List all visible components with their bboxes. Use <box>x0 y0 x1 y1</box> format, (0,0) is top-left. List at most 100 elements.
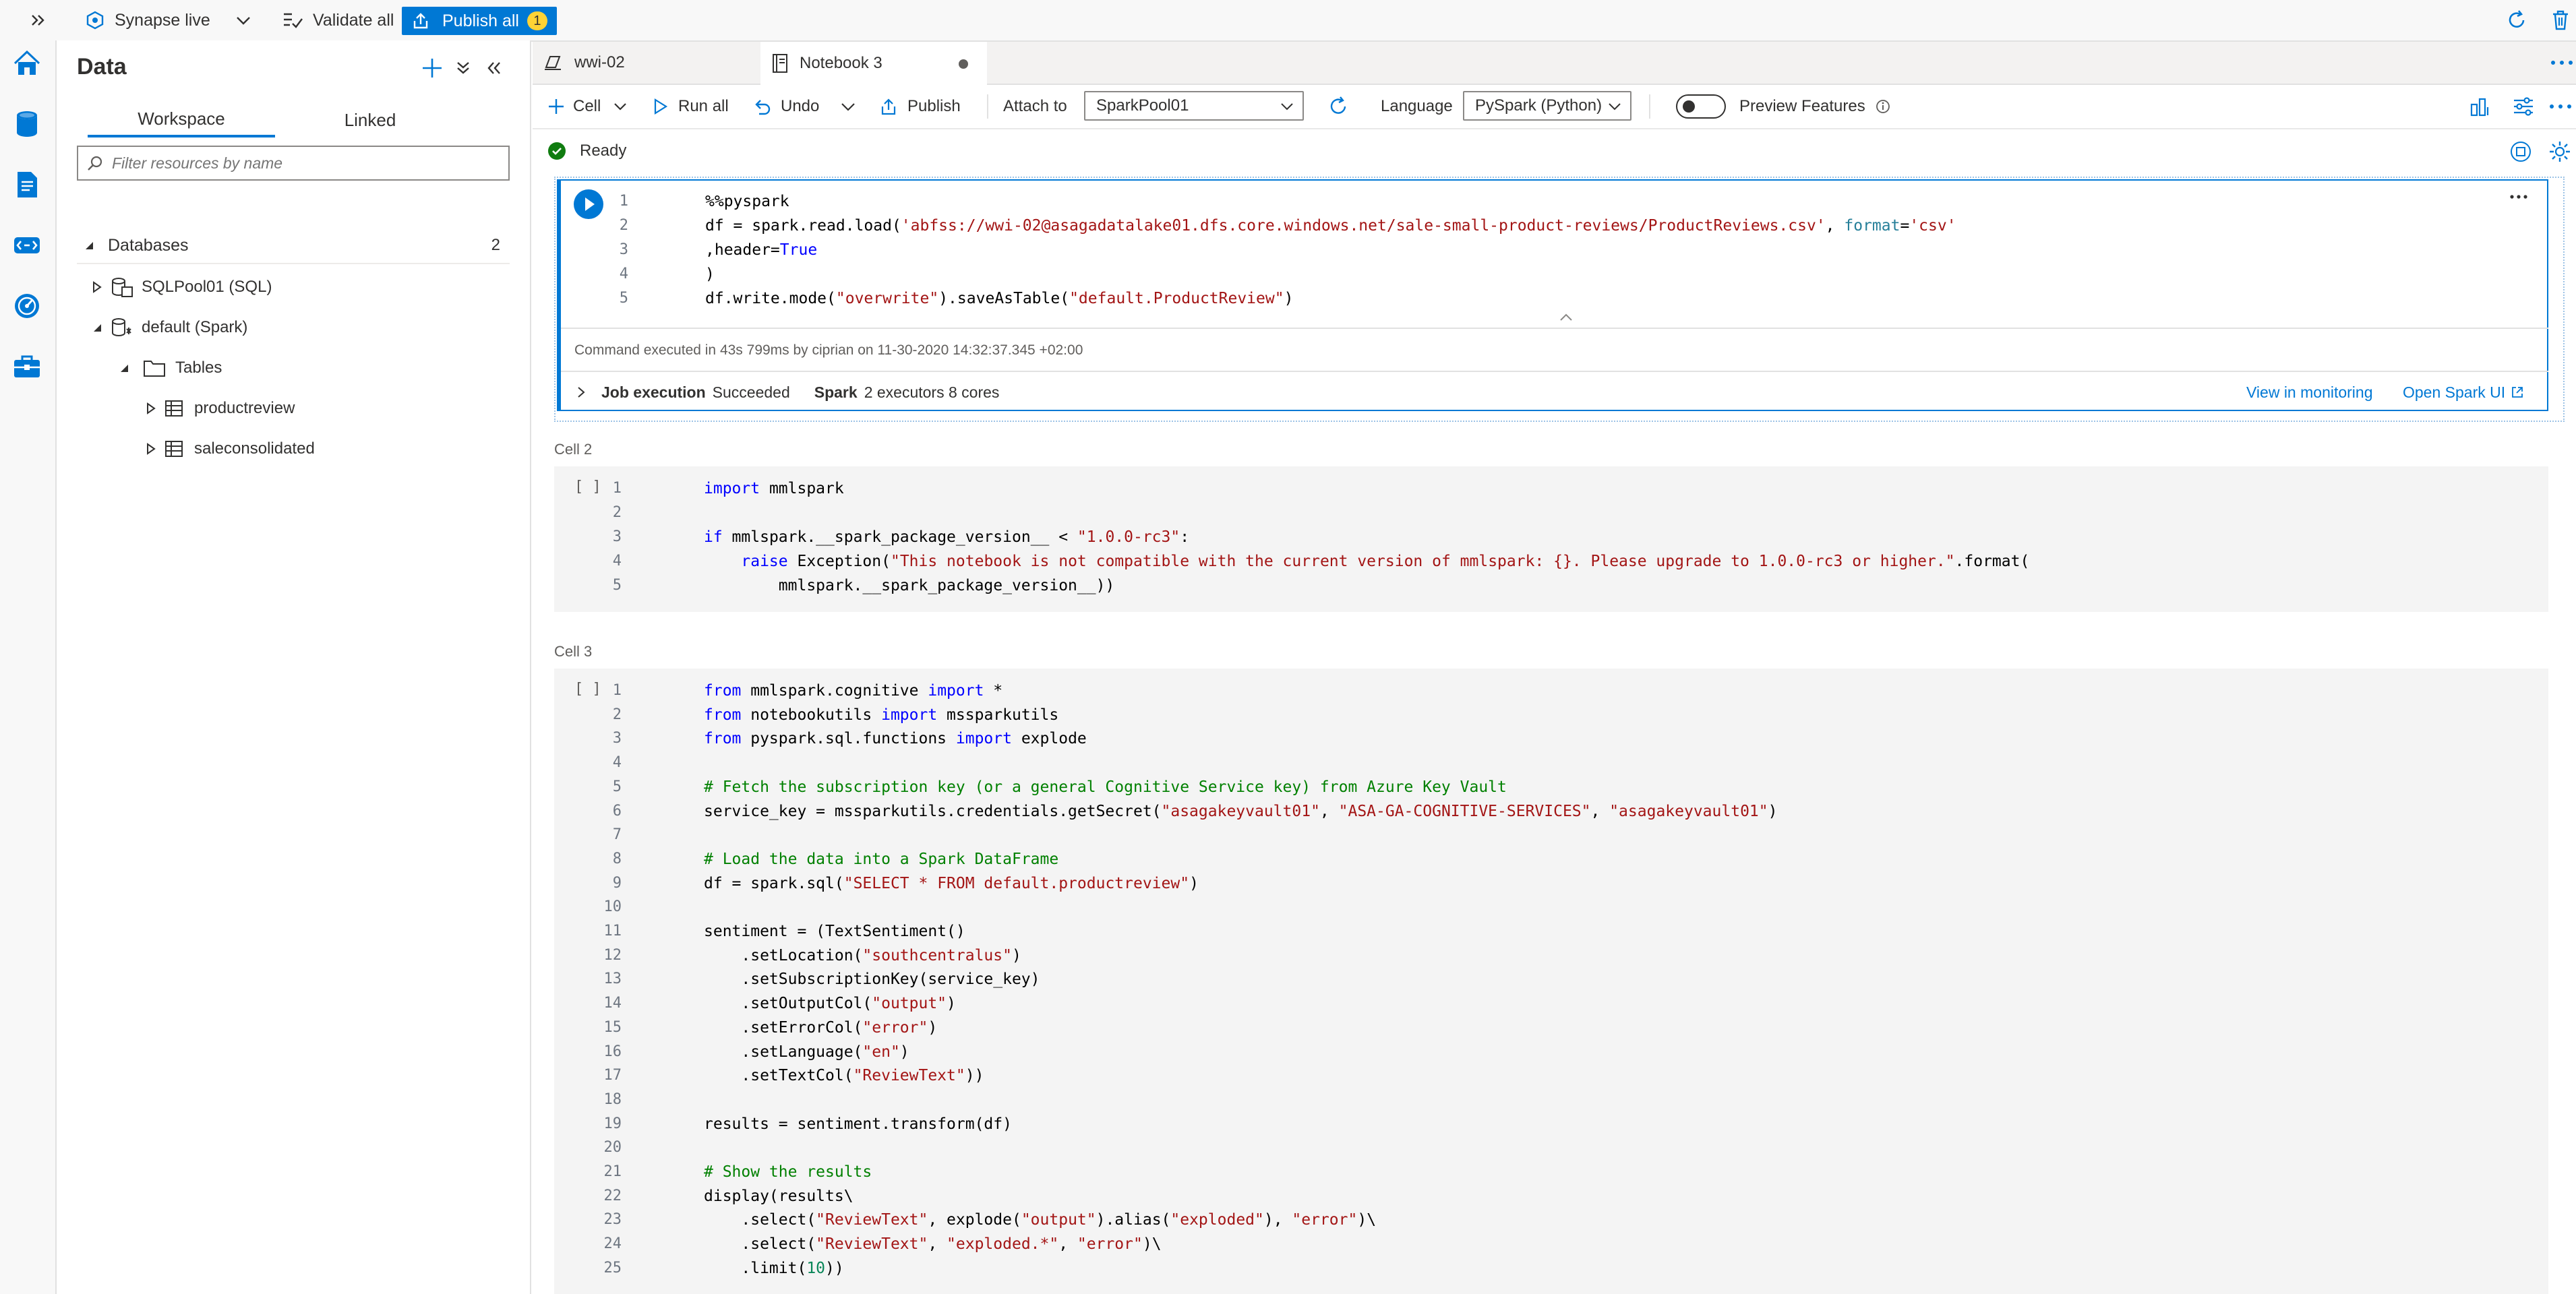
collapse-all-icon[interactable] <box>454 59 472 80</box>
table-icon <box>164 399 183 418</box>
filter-resources-input[interactable] <box>77 146 510 181</box>
code-line: .select("ReviewText", "exploded.*", "err… <box>704 1235 1161 1253</box>
develop-icon[interactable] <box>9 167 44 202</box>
preview-features-toggle[interactable]: Preview Features <box>1676 85 1891 128</box>
cell-3[interactable]: [ ] 1 from mmlspark.cognitive import * 2 fr… <box>554 669 2548 1294</box>
properties-icon[interactable] <box>2512 85 2535 128</box>
info-icon[interactable] <box>1875 98 1891 115</box>
cell-more-icon[interactable] <box>2509 191 2528 204</box>
chevron-down-icon[interactable] <box>235 11 252 29</box>
code-line: if mmlspark.__spark_package_version__ < … <box>704 528 1189 546</box>
collapse-editor-icon[interactable] <box>1559 313 1574 326</box>
data-icon[interactable] <box>9 106 44 142</box>
line-number: 11 <box>603 923 622 939</box>
line-number: 9 <box>612 874 622 892</box>
open-spark-ui-link[interactable]: Open Spark UI <box>2403 379 2524 406</box>
undo-button[interactable]: Undo <box>752 85 819 128</box>
more-tabs-icon[interactable] <box>2550 42 2574 84</box>
validate-all-button[interactable]: Validate all <box>282 0 394 40</box>
code-line: # Show the results <box>704 1163 872 1181</box>
filter-resources-field[interactable] <box>111 153 504 173</box>
expand-icon[interactable] <box>30 0 47 40</box>
publish-all-button[interactable]: Publish all 1 <box>402 7 557 35</box>
line-number: 23 <box>603 1211 622 1229</box>
tree-item-tables[interactable]: Tables <box>117 350 222 386</box>
undo-dropdown-icon[interactable] <box>840 85 856 128</box>
tab-notebook-3[interactable]: Notebook 3 <box>760 42 987 85</box>
tab-wwi-02[interactable]: wwi-02 <box>533 42 759 84</box>
line-number: 1 <box>612 682 622 699</box>
line-number: 3 <box>612 730 622 747</box>
code-line: .limit(10)) <box>704 1260 843 1277</box>
linked-service-icon <box>543 54 564 71</box>
toggle-switch[interactable] <box>1676 94 1726 119</box>
tree-item-saleconsolidated[interactable]: saleconsolidated <box>144 431 315 466</box>
tab-linked[interactable]: Linked <box>279 102 461 137</box>
tree-item-productreview[interactable]: productreview <box>144 391 295 426</box>
code-line: sentiment = (TextSentiment() <box>704 923 965 940</box>
validate-icon <box>282 10 303 30</box>
refresh-pool-icon[interactable] <box>1327 85 1350 128</box>
code-line-text: import mmlspark <box>704 480 844 497</box>
tab-workspace[interactable]: Workspace <box>88 102 275 137</box>
table-icon <box>164 439 183 458</box>
line-number: 14 <box>603 995 622 1012</box>
code-line: .setTextCol("ReviewText")) <box>704 1067 984 1084</box>
code-line-text: # Load the data into a Spark DataFrame <box>704 850 1059 868</box>
cell-1[interactable]: 1 2 3 4 5 %%pyspark df = spark.read.load… <box>557 179 2548 411</box>
code-line-text: .setOutputCol("output") <box>704 995 956 1013</box>
undo-icon <box>752 97 771 116</box>
add-cell-button[interactable]: Cell <box>547 85 628 128</box>
play-icon <box>653 98 669 115</box>
integrate-icon[interactable] <box>9 228 44 263</box>
chevron-right-icon[interactable] <box>574 386 588 399</box>
stop-session-icon[interactable] <box>2509 140 2532 166</box>
code-line: from mmlspark.cognitive import * <box>704 682 1002 700</box>
line-number: 15 <box>603 1018 622 1036</box>
collapse-panel-icon[interactable] <box>485 59 503 80</box>
caret-down-icon[interactable] <box>117 361 131 375</box>
tree-item-sqlpool01[interactable]: SQLPool01 (SQL) <box>90 270 272 305</box>
code-line-text: raise Exception("This notebook is not co… <box>741 553 2030 570</box>
more-options-icon[interactable] <box>2548 85 2573 128</box>
caret-right-icon[interactable] <box>144 442 158 456</box>
databases-label: Databases <box>108 235 189 255</box>
caret-down-icon[interactable] <box>90 321 104 334</box>
chevron-down-icon[interactable] <box>613 99 628 114</box>
manage-icon[interactable] <box>9 349 44 384</box>
folder-icon <box>143 359 166 377</box>
home-icon[interactable] <box>9 46 44 81</box>
synapse-live-selector[interactable]: Synapse live <box>85 0 252 40</box>
caret-right-icon[interactable] <box>90 280 104 294</box>
cell-2[interactable]: [ ] 1 2 3 4 5 import mmlspark if mmlspar… <box>554 466 2548 612</box>
tab-label: Notebook 3 <box>800 54 882 72</box>
variables-icon[interactable] <box>2469 85 2492 128</box>
code-line-text: mmlspark.__spark_package_version__)) <box>704 577 1115 594</box>
code-line: ,header=True <box>705 241 817 259</box>
refresh-icon[interactable] <box>2505 0 2528 40</box>
view-in-monitoring-link[interactable]: View in monitoring <box>2246 379 2373 406</box>
discard-icon[interactable] <box>2550 0 2571 40</box>
job-execution-row[interactable]: Job execution Succeeded Spark 2 executor… <box>574 379 999 406</box>
run-all-button[interactable]: Run all <box>653 85 729 128</box>
code-line: mmlspark.__spark_package_version__)) <box>704 577 1115 594</box>
language-select[interactable]: PySpark (Python) <box>1463 91 1631 121</box>
code-line-text: sentiment = (TextSentiment() <box>704 923 965 940</box>
tree-item-default-spark[interactable]: default (Spark) <box>90 310 247 345</box>
attach-to-select[interactable]: SparkPool01 <box>1084 91 1304 121</box>
tree-databases[interactable]: Databases 2 <box>82 228 507 263</box>
code-line-text: %%pyspark <box>705 193 789 210</box>
session-settings-icon[interactable] <box>2548 140 2571 166</box>
run-all-label: Run all <box>678 97 729 115</box>
caret-right-icon[interactable] <box>144 402 158 415</box>
line-number: 17 <box>603 1067 622 1084</box>
tab-linked-label: Linked <box>344 109 396 130</box>
publish-button[interactable]: Publish <box>879 85 961 128</box>
code-line-text: from notebookutils import mssparkutils <box>704 706 1059 724</box>
external-link-icon <box>2511 386 2524 399</box>
monitor-icon[interactable] <box>9 288 44 324</box>
plus-icon <box>547 98 565 115</box>
caret-down-icon[interactable] <box>82 239 96 252</box>
add-resource-icon[interactable] <box>421 57 444 83</box>
cell-3-label: Cell 3 <box>554 643 593 660</box>
